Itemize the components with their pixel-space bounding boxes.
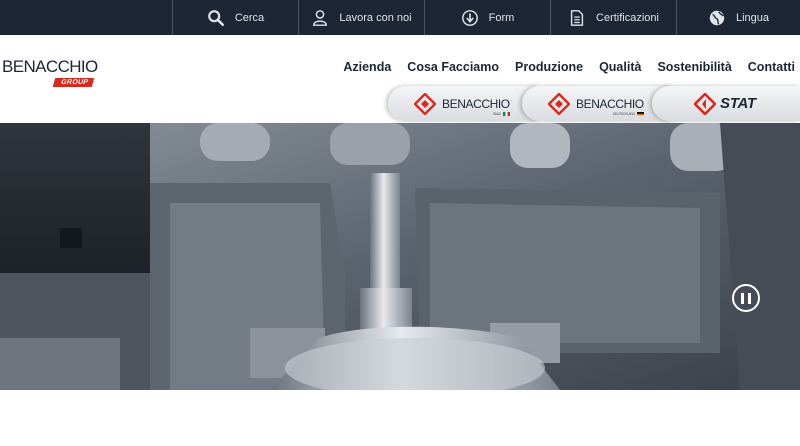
cnc-machining-image	[0, 123, 800, 390]
brand-deutschland-name: BENACCHIO	[576, 96, 644, 111]
brand-tab-benacchio-deutschland[interactable]: BENACCHIO DEUTSCHLAND	[522, 86, 672, 121]
user-icon	[313, 9, 328, 26]
logo-group-badge: GROUP	[52, 78, 95, 87]
form-link[interactable]: Form	[424, 0, 550, 35]
certifications-link[interactable]: Certificazioni	[550, 0, 676, 35]
content-area	[0, 390, 800, 446]
benacchio-group-logo[interactable]: BENACCHIO GROUP	[2, 57, 98, 93]
benacchio-diamond-icon	[548, 92, 570, 115]
search-label: Cerca	[234, 11, 265, 24]
pause-icon	[741, 292, 744, 304]
logo-wordmark: BENACCHIO	[2, 57, 98, 76]
brand-tab-benacchio-italia[interactable]: BENACCHIO ITALIA	[388, 86, 538, 121]
brand-tab-stat[interactable]: STAT	[652, 86, 800, 121]
document-icon	[570, 9, 584, 26]
brand-italia-sub: ITALIA	[492, 111, 501, 116]
brand-italia-name: BENACCHIO	[442, 96, 510, 111]
nav-item-qualita[interactable]: Qualità	[599, 60, 641, 74]
main-nav: Azienda Cosa Facciamo Produzione Qualità…	[343, 60, 795, 74]
language-label: Lingua	[735, 11, 770, 24]
brand-stat-name: STAT	[720, 95, 756, 112]
brand-deutschland-sub: DEUTSCHLAND	[612, 111, 635, 116]
nav-item-sostenibilita[interactable]: Sostenibilità	[657, 60, 731, 74]
site-header: BENACCHIO GROUP Azienda Cosa Facciamo Pr…	[0, 35, 800, 123]
globe-icon	[709, 10, 725, 25]
careers-label: Lavora con noi	[339, 11, 412, 24]
italy-flag-icon	[502, 111, 510, 116]
germany-flag-icon	[636, 111, 644, 116]
language-link[interactable]: Lingua	[676, 0, 800, 35]
search-icon	[207, 9, 224, 26]
hero-video	[0, 123, 800, 390]
nav-item-azienda[interactable]: Azienda	[343, 60, 391, 74]
pause-button[interactable]	[732, 284, 760, 312]
utility-bar: Cerca Lavora con noi Form Certificazioni…	[0, 0, 800, 35]
nav-item-contatti[interactable]: Contatti	[748, 60, 795, 74]
download-circle-icon	[461, 9, 478, 26]
nav-item-cosa-facciamo[interactable]: Cosa Facciamo	[407, 60, 499, 74]
form-label: Form	[488, 11, 515, 24]
benacchio-diamond-icon	[414, 92, 436, 115]
careers-link[interactable]: Lavora con noi	[298, 0, 424, 35]
stat-logo-icon	[694, 92, 716, 115]
search-link[interactable]: Cerca	[172, 0, 298, 35]
nav-item-produzione[interactable]: Produzione	[515, 60, 583, 74]
certifications-label: Certificazioni	[596, 11, 659, 24]
